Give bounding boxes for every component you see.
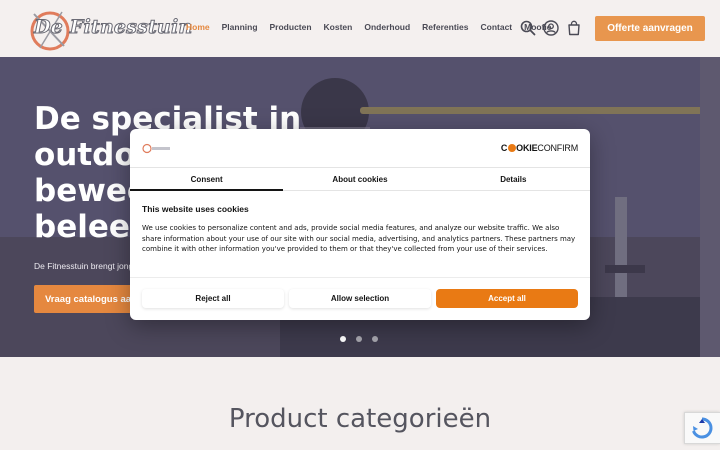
logo-text: De Fitnesstuin [33, 16, 193, 39]
site-header: De Fitnesstuin Home Planning Producten K… [0, 0, 720, 57]
site-logo-small-icon [142, 143, 170, 154]
cookie-consent-dialog: C OKIECONFIRM Consent About cookies Detai… [130, 129, 590, 320]
slider-dot[interactable] [340, 336, 346, 342]
nav-item-planning[interactable]: Planning [222, 22, 258, 32]
cookie-dialog-body: We use cookies to personalize content an… [142, 224, 576, 253]
nav-item-producten[interactable]: Producten [270, 22, 312, 32]
recaptcha-badge[interactable] [684, 412, 720, 444]
brand-cookie-o-icon [507, 144, 516, 152]
nav-item-onderhoud[interactable]: Onderhoud [364, 22, 410, 32]
tab-details[interactable]: Details [437, 168, 590, 190]
nav-item-home[interactable]: Home [186, 22, 210, 32]
accept-all-button[interactable]: Accept all [436, 289, 578, 308]
cookieconfirm-brand: C OKIECONFIRM [501, 143, 578, 153]
brand-part: C [500, 143, 508, 153]
tab-consent[interactable]: Consent [130, 168, 284, 191]
slider-dot[interactable] [372, 336, 378, 342]
allow-selection-button[interactable]: Allow selection [289, 289, 431, 308]
nav-item-referenties[interactable]: Referenties [422, 22, 468, 32]
cookie-dialog-heading: This website uses cookies [142, 204, 249, 214]
main-nav: Home Planning Producten Kosten Onderhoud… [186, 22, 564, 32]
hero-subtitle: De Fitnesstuin brengt jong [34, 261, 134, 271]
brand-part: CONFIRM [537, 143, 578, 153]
nav-item-kosten[interactable]: Kosten [324, 22, 353, 32]
product-categories-heading: Product categorieën [228, 404, 492, 434]
reject-all-button[interactable]: Reject all [142, 289, 284, 308]
brand-part: OKIE [516, 143, 538, 153]
divider [130, 277, 590, 278]
request-quote-button[interactable]: Offerte aanvragen [595, 16, 705, 41]
cart-icon[interactable] [566, 20, 582, 36]
slider-dot[interactable] [356, 336, 362, 342]
nav-item-contact[interactable]: Contact [480, 22, 512, 32]
user-icon[interactable] [543, 20, 559, 36]
slider-pagination [340, 336, 378, 342]
recaptcha-icon [692, 417, 713, 439]
tab-about-cookies[interactable]: About cookies [283, 168, 436, 190]
cookie-tabs: Consent About cookies Details [130, 167, 590, 191]
search-icon[interactable] [520, 20, 536, 36]
